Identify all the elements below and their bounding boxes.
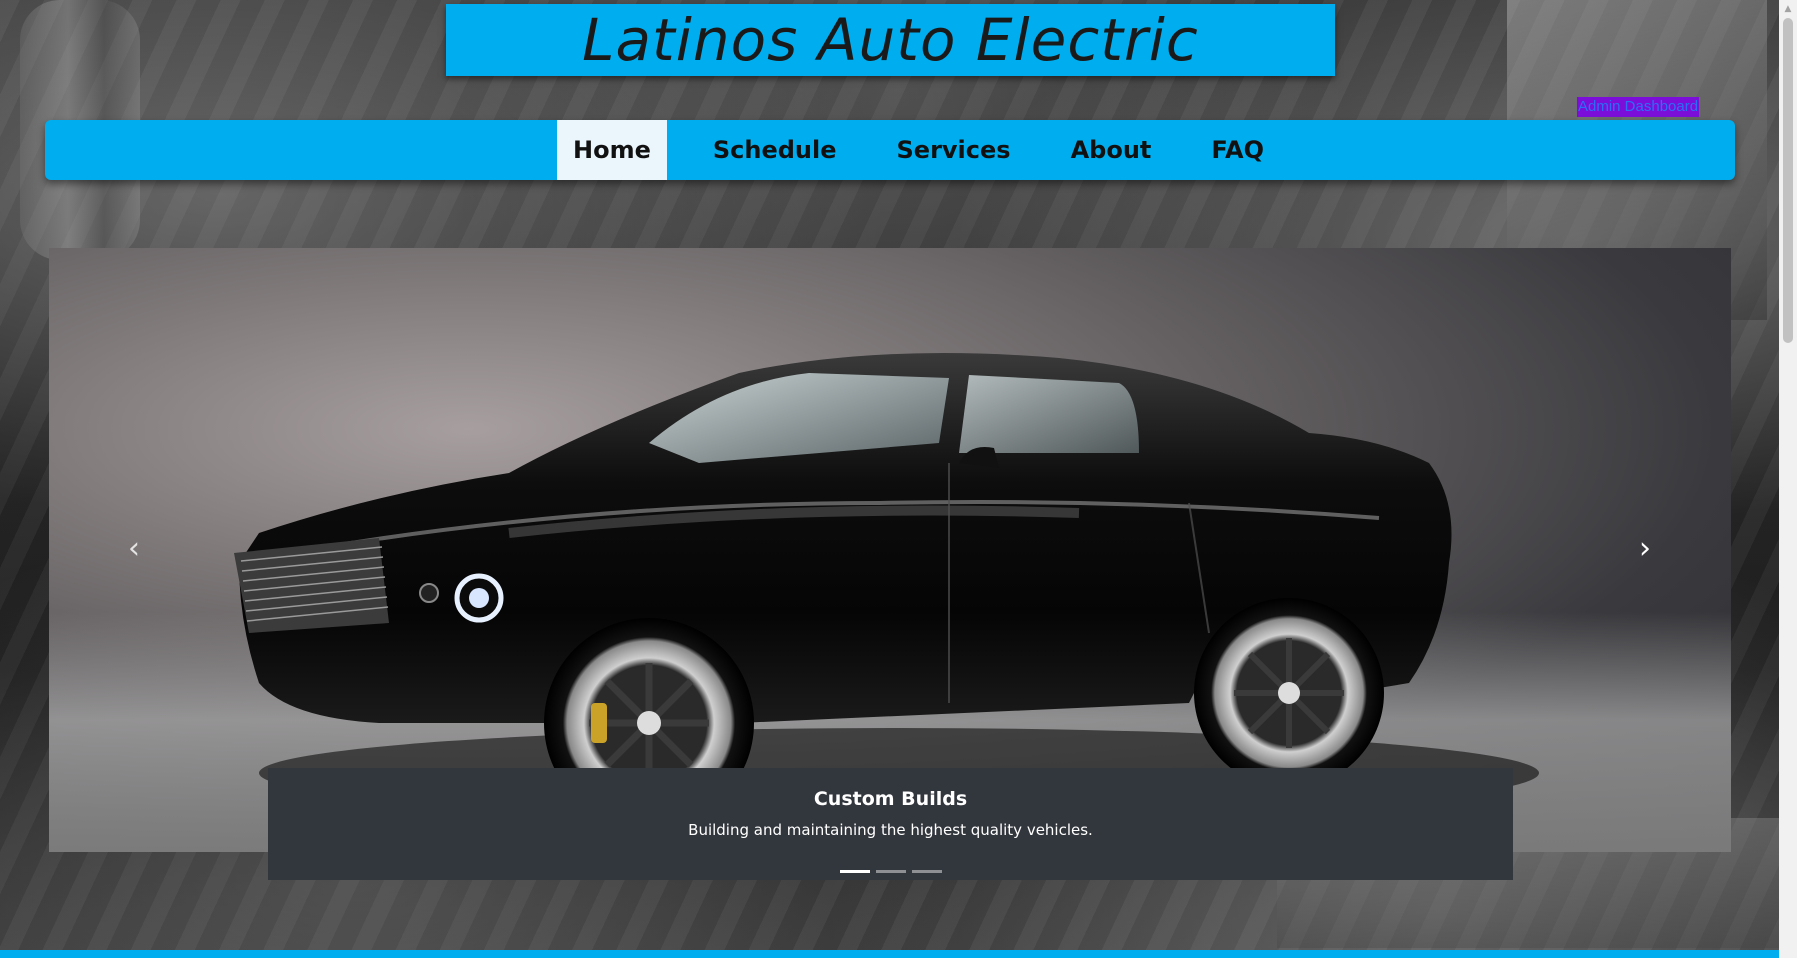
caption-text: Building and maintaining the highest qua…	[688, 821, 1093, 839]
page: Latinos Auto Electric Admin Dashboard Ho…	[0, 0, 1797, 958]
site-title: Latinos Auto Electric	[582, 6, 1199, 74]
carousel-indicator-2[interactable]	[875, 870, 906, 873]
carousel-next-button[interactable]: ›	[1625, 528, 1665, 568]
nav-list: Home Schedule Services About FAQ	[557, 120, 1308, 180]
hero-carousel: ‹ ›	[49, 248, 1731, 852]
carousel-prev-button[interactable]: ‹	[114, 528, 154, 568]
admin-dashboard-link[interactable]: Admin Dashboard	[1577, 97, 1700, 117]
caption-title: Custom Builds	[813, 788, 968, 810]
nav-item-home[interactable]: Home	[557, 120, 667, 180]
carousel-indicator-3[interactable]	[911, 870, 942, 873]
main-navbar: Home Schedule Services About FAQ	[45, 120, 1735, 180]
nav-item-about[interactable]: About	[1055, 120, 1168, 180]
page-scrollbar[interactable]: ▲	[1779, 0, 1797, 958]
nav-item-schedule[interactable]: Schedule	[697, 120, 853, 180]
site-title-banner: Latinos Auto Electric	[446, 4, 1335, 76]
carousel-caption: Custom Builds Building and maintaining t…	[268, 768, 1513, 880]
nav-item-faq[interactable]: FAQ	[1195, 120, 1280, 180]
scroll-up-arrow-icon[interactable]: ▲	[1779, 2, 1797, 16]
chevron-right-icon: ›	[1639, 530, 1651, 566]
carousel-indicators	[268, 870, 1513, 873]
carousel-indicator-1[interactable]	[839, 870, 870, 873]
footer-bar	[0, 950, 1797, 958]
chevron-left-icon: ‹	[128, 530, 140, 566]
scrollbar-thumb[interactable]	[1783, 18, 1793, 343]
nav-item-services[interactable]: Services	[881, 120, 1027, 180]
